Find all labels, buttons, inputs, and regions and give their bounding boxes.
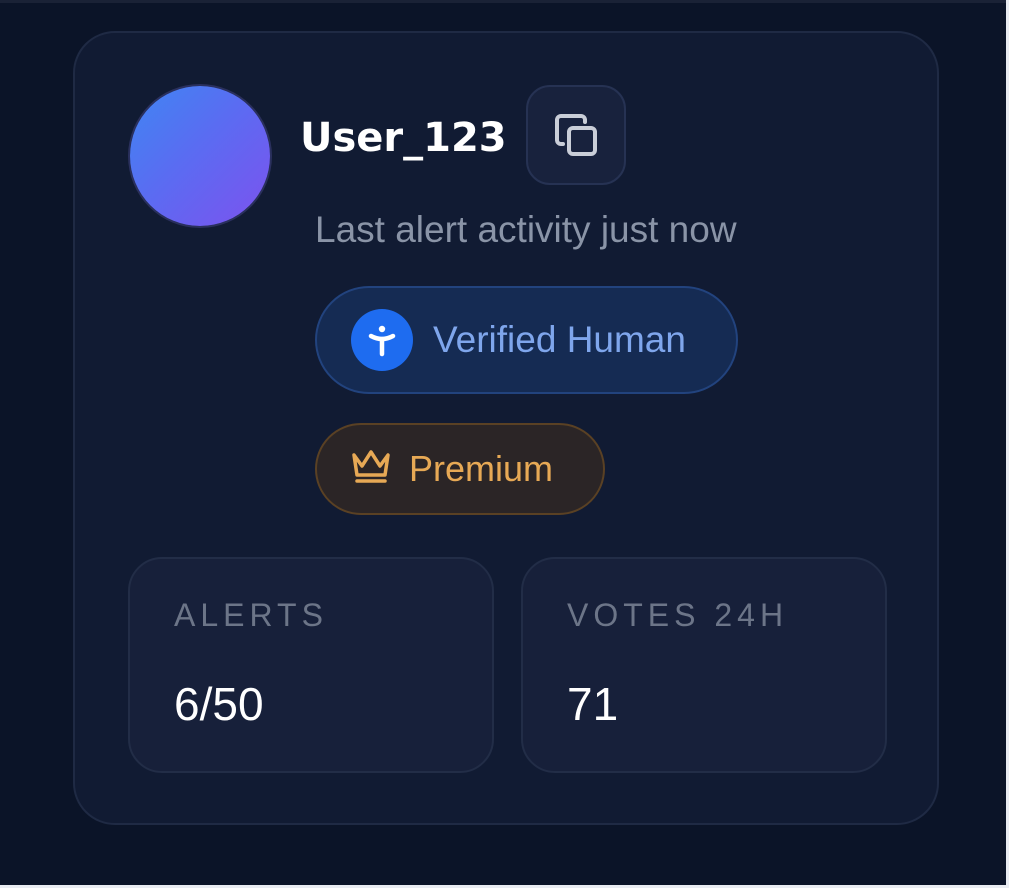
last-activity-text: Last alert activity just now <box>315 209 737 250</box>
alerts-stat-card: ALERTS 6/50 <box>128 557 494 773</box>
votes-label: VOTES 24H <box>567 597 789 633</box>
avatar <box>130 86 270 226</box>
copy-icon <box>552 111 600 159</box>
profile-card: User_123 Last alert activity just now Ve… <box>73 31 939 825</box>
verified-human-label: Verified Human <box>433 319 686 360</box>
top-border <box>0 0 1009 3</box>
alerts-label: ALERTS <box>174 597 328 633</box>
votes-stat-card: VOTES 24H 71 <box>521 557 887 773</box>
copy-button[interactable] <box>526 85 626 185</box>
person-icon <box>351 309 413 371</box>
crown-icon <box>349 447 393 492</box>
premium-badge: Premium <box>315 423 605 515</box>
username: User_123 <box>300 115 507 161</box>
alerts-value: 6/50 <box>174 678 264 730</box>
votes-value: 71 <box>567 678 619 730</box>
verified-human-badge: Verified Human <box>315 286 738 394</box>
premium-label: Premium <box>409 448 554 489</box>
